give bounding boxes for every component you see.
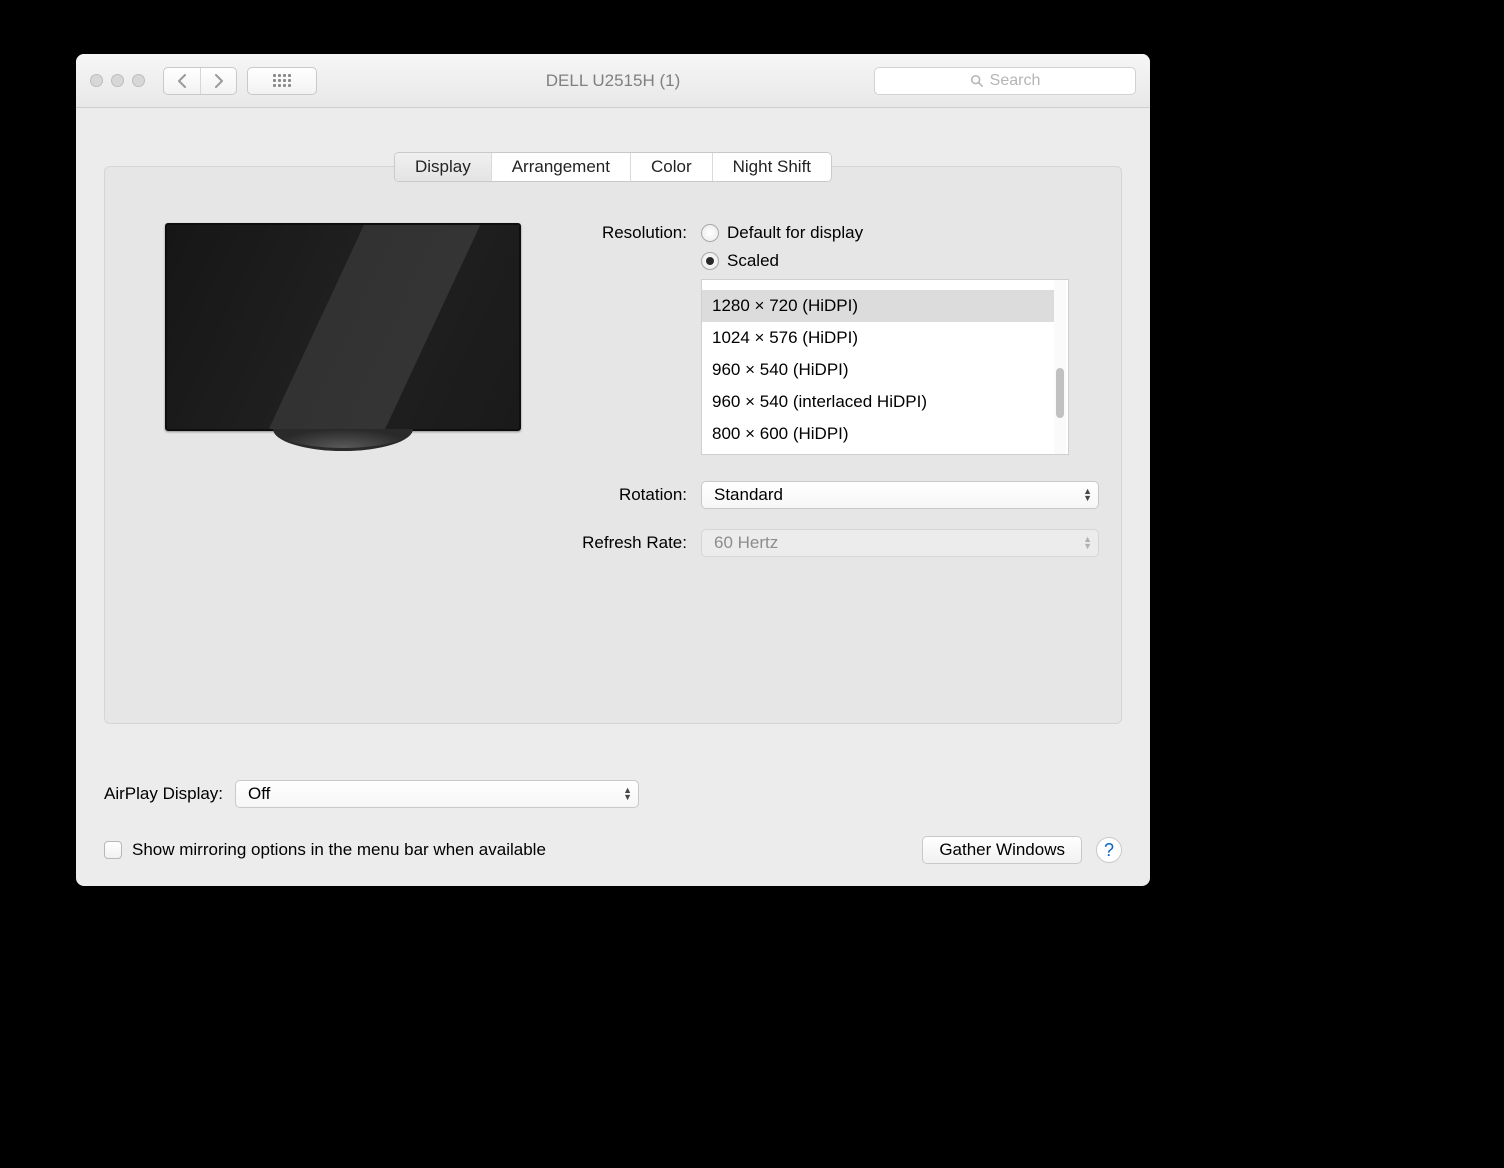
forward-button[interactable]	[200, 68, 236, 94]
radio-scaled-label: Scaled	[727, 251, 779, 271]
tab-night-shift[interactable]: Night Shift	[712, 153, 831, 181]
rotation-select[interactable]: Standard ▲▼	[701, 481, 1099, 509]
resolution-option[interactable]: 960 × 540 (HiDPI)	[702, 354, 1054, 386]
tab-color[interactable]: Color	[630, 153, 712, 181]
chevron-left-icon	[177, 74, 187, 88]
tab-bar: Display Arrangement Color Night Shift	[394, 152, 832, 182]
rotation-label: Rotation:	[557, 485, 687, 505]
refresh-rate-label: Refresh Rate:	[557, 533, 687, 553]
search-input[interactable]: Search	[874, 67, 1136, 95]
monitor-preview	[165, 223, 521, 577]
scrollbar-thumb[interactable]	[1056, 368, 1064, 418]
question-icon: ?	[1104, 840, 1114, 861]
resolution-option[interactable]: 1024 × 576 (HiDPI)	[702, 322, 1054, 354]
resolution-scrollbar[interactable]	[1054, 280, 1066, 454]
resolution-option[interactable]: 960 × 540 (interlaced HiDPI)	[702, 386, 1054, 418]
footer: AirPlay Display: Off ▲▼ Show mirroring o…	[104, 780, 1122, 864]
gather-windows-button[interactable]: Gather Windows	[922, 836, 1082, 864]
tab-arrangement[interactable]: Arrangement	[491, 153, 630, 181]
show-all-button[interactable]	[247, 67, 317, 95]
search-icon	[970, 74, 984, 88]
help-button[interactable]: ?	[1096, 837, 1122, 863]
refresh-rate-select: 60 Hertz ▲▼	[701, 529, 1099, 557]
stepper-icon: ▲▼	[1083, 488, 1092, 502]
radio-default-for-display[interactable]	[701, 224, 719, 242]
navigation-buttons	[163, 67, 237, 95]
resolution-option[interactable]: 640 × 480	[702, 279, 1054, 290]
airplay-label: AirPlay Display:	[104, 784, 223, 804]
close-window-button[interactable]	[90, 74, 103, 87]
minimize-window-button[interactable]	[111, 74, 124, 87]
stepper-icon: ▲▼	[623, 787, 632, 801]
resolution-option[interactable]: 1280 × 720 (HiDPI)	[702, 290, 1054, 322]
monitor-stand-icon	[273, 429, 413, 451]
window-controls	[90, 74, 145, 87]
mirroring-label: Show mirroring options in the menu bar w…	[132, 840, 546, 860]
grid-icon	[273, 74, 291, 87]
search-placeholder: Search	[990, 72, 1041, 90]
window-title: DELL U2515H (1)	[546, 71, 681, 91]
airplay-select[interactable]: Off ▲▼	[235, 780, 639, 808]
mirroring-checkbox[interactable]	[104, 841, 122, 859]
chevron-right-icon	[214, 74, 224, 88]
zoom-window-button[interactable]	[132, 74, 145, 87]
radio-scaled[interactable]	[701, 252, 719, 270]
stepper-icon: ▲▼	[1083, 536, 1092, 550]
radio-default-label: Default for display	[727, 223, 863, 243]
resolution-list[interactable]: 640 × 480 1280 × 720 (HiDPI) 1024 × 576 …	[701, 279, 1069, 455]
titlebar: DELL U2515H (1) Search	[76, 54, 1150, 108]
resolution-option[interactable]: 800 × 600 (HiDPI)	[702, 418, 1054, 450]
back-button[interactable]	[164, 68, 200, 94]
resolution-label: Resolution:	[557, 223, 687, 243]
display-panel: Display Arrangement Color Night Shift Re…	[104, 166, 1122, 724]
display-preferences-window: DELL U2515H (1) Search Display Arrangeme…	[76, 54, 1150, 886]
monitor-screen-icon	[165, 223, 521, 431]
tab-display[interactable]: Display	[395, 153, 491, 181]
